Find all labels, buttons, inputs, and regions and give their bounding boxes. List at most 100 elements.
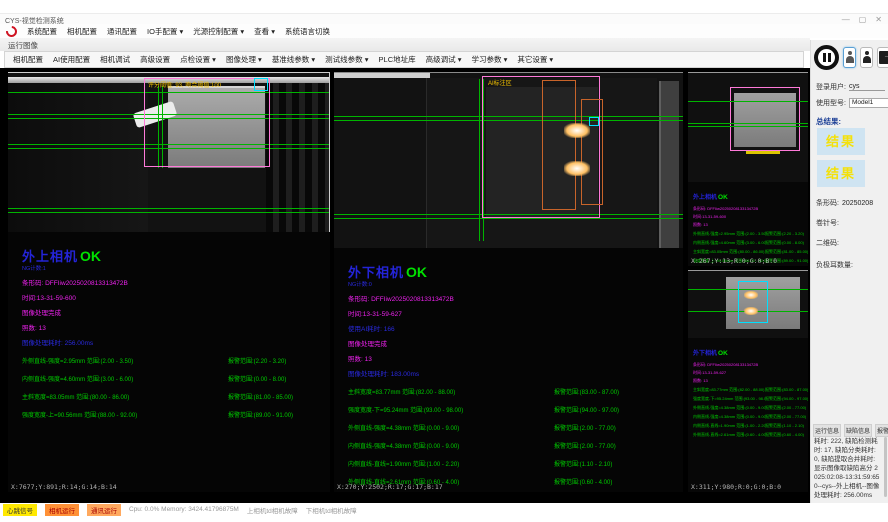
exit-button[interactable] (877, 47, 888, 68)
process-done-line: 图像处理完成 (22, 307, 330, 317)
mini-bottom-camera-image[interactable] (688, 270, 808, 338)
model-select[interactable]: Model1 (849, 98, 888, 108)
menu-item-view[interactable]: 查看 ▾ (254, 26, 275, 37)
threshold-label: 评分阈值: 93, 吻合阈值:100 (148, 80, 221, 89)
toolbar-plc-address[interactable]: PLC地址库 (379, 54, 416, 65)
roi-box-small (738, 281, 768, 323)
measurement-row: 内侧直线-强度=4.38mm 范围:(0.00 - 9.00)报警范围:(2.0… (348, 441, 683, 450)
log-scrollbar[interactable] (884, 437, 887, 497)
result-display-1: 结果 (817, 128, 865, 155)
frame-count-line: 照数: 13 (348, 353, 683, 363)
elapsed-line: 图像处理耗时: 183.00ms (348, 368, 683, 378)
qr-row: 二维码: (816, 238, 839, 248)
camera-name: 外下相机 (348, 265, 404, 280)
tab-run-info[interactable]: 运行信息 (813, 424, 841, 437)
bright-band (334, 73, 430, 78)
left-camera-image[interactable]: 评分阈值: 93, 吻合阈值:100 (8, 72, 330, 232)
result-ok: OK (80, 248, 101, 264)
barcode-row: 条形码: 20250208 (816, 198, 873, 208)
login-user-value: cys (849, 83, 885, 91)
middle-camera-image[interactable]: AI标注区 (334, 72, 683, 248)
measurement-row: 强度宽度-下=95.24mm 范围:(93.00 - 98.00)报警范围:(9… (348, 405, 683, 414)
roi-box (730, 87, 800, 151)
app-window: CYS-视觉检测系统 — ▢ ✕ 系统配置 相机配置 通讯配置 IO手配置 ▾ … (0, 0, 888, 522)
mini-bottom-result-block: 外下相机OK 条形码: DFFIiw2025020813313472B 时间:1… (688, 338, 808, 438)
mini-top-result-block: 外上相机OK 条形码: DFFIiw2025020813313472B 时间:1… (688, 182, 808, 264)
menu-item-comm-config[interactable]: 通讯配置 (107, 26, 137, 37)
machine-strip (659, 81, 679, 248)
time-line: 时间:13-31-59-600 (22, 292, 330, 302)
minimize-button[interactable]: — (842, 15, 850, 24)
log-text: 耗时: 222, 缺陷检测耗时: 17, 缺陷分类耗时: 0, 缺陷提取合并耗时… (814, 437, 881, 498)
comm-run-badge: 通讯运行 (87, 504, 121, 516)
menu-item-language[interactable]: 系统语言切换 (285, 26, 330, 37)
toolbar-advanced-debug[interactable]: 高级调试 ▾ (426, 54, 462, 65)
tab-alarm-info[interactable]: 报警信息 (875, 424, 888, 437)
pixel-coordinate-readout: X:311;Y:980;R:0;G:0;B:0 (691, 483, 781, 491)
roi-box (144, 78, 270, 167)
elapsed-line: 图像处理耗时: 256.00ms (22, 337, 330, 347)
toolbar-camera-config[interactable]: 相机配置 (13, 54, 43, 65)
total-result-label: 总结果: (816, 116, 841, 127)
toolbar-other-settings[interactable]: 其它设置 ▾ (517, 54, 553, 65)
middle-camera-panel: AI标注区 外下相机OK NG计数:0 条形码: DFFIiw202502081… (334, 72, 683, 492)
user-icon (862, 51, 871, 64)
measure-line (688, 101, 808, 102)
result-ok: OK (406, 264, 427, 280)
toolbar-ai-config[interactable]: AI使用配置 (53, 54, 90, 65)
mini-top-camera-image[interactable] (688, 72, 808, 182)
mini-top-camera-panel: 外上相机OK 条形码: DFFIiw2025020813313472B 时间:1… (688, 72, 808, 266)
weld-glow (564, 161, 590, 176)
user-manage-button[interactable] (860, 47, 873, 68)
barcode-value: 20250208 (842, 200, 873, 207)
heartbeat-badge: 心跳信号 (3, 504, 37, 516)
tab-count-row: 负极耳数量: (816, 260, 853, 270)
machine-columns (266, 83, 329, 232)
menu-bar: 系统配置 相机配置 通讯配置 IO手配置 ▾ 光源控制配置 ▾ 查看 ▾ 系统语… (0, 24, 888, 38)
menu-item-light-config[interactable]: 光源控制配置 ▾ (193, 26, 244, 37)
menu-item-system-config[interactable]: 系统配置 (27, 26, 57, 37)
middle-result-block: 外下相机OK NG计数:0 条形码: DFFIiw202502081331347… (334, 248, 683, 486)
user-login-button[interactable] (843, 47, 856, 68)
frame-count-line: 照数: 13 (22, 322, 330, 332)
left-result-block: 外上相机OK NG计数:1 条形码: DFFIiw202502081331347… (8, 232, 330, 419)
machine-shadow (8, 83, 148, 232)
ai-elapsed-line: 使用AI耗时: 166 (348, 323, 683, 333)
model-row: 使用型号: Model1 (816, 98, 888, 108)
toolbar-testline-params[interactable]: 测试线参数 ▾ (325, 54, 368, 65)
needle-row: 卷针号: (816, 218, 839, 228)
toolbar-learning-params[interactable]: 学习参数 ▾ (471, 54, 507, 65)
toolbar-advanced-settings[interactable]: 高级设置 (140, 54, 170, 65)
measure-line (8, 212, 329, 213)
ai-detect-box (542, 80, 576, 210)
roi-box-small (589, 117, 599, 126)
weld-glow (564, 123, 590, 138)
measurement-row: 强度宽度-上=90.56mm 范围:(88.00 - 92.00)报警范围:(8… (22, 410, 330, 419)
pause-button[interactable] (814, 45, 839, 70)
status-bar: 心跳信号 相机运行 通讯运行 Cpu: 0.0% Memory: 3424.41… (0, 503, 888, 516)
measure-line (688, 123, 808, 124)
menu-item-camera-config[interactable]: 相机配置 (67, 26, 97, 37)
maximize-button[interactable]: ▢ (859, 15, 867, 24)
lower-camera-status: 下相机td相机故障 (306, 505, 357, 515)
toolbar-baseline-params[interactable]: 基准线参数 ▾ (272, 54, 315, 65)
tab-defect-info[interactable]: 缺陷信息 (844, 424, 872, 437)
menu-item-io-config[interactable]: IO手配置 ▾ (147, 26, 183, 37)
toolbar-spot-check[interactable]: 点检设置 ▾ (180, 54, 216, 65)
measure-line (8, 208, 329, 209)
measure-line (334, 218, 683, 219)
ai-annotation-label: AI标注区 (488, 78, 512, 87)
right-control-panel: 登录用户: cys 使用型号: Model1 总结果: 结果 结果 条形码: 2… (810, 40, 888, 503)
toolbar-image-processing[interactable]: 图像处理 ▾ (226, 54, 262, 65)
measurement-row: 外侧直线-强度=4.38mm 范围:(0.00 - 9.00)报警范围:(2.0… (348, 423, 683, 432)
user-icon (845, 51, 854, 64)
log-tabs: 运行信息 缺陷信息 报警信息 (813, 424, 888, 437)
titlebar: CYS-视觉检测系统 — ▢ ✕ (0, 13, 888, 24)
camera-name: 外上相机 (22, 249, 78, 264)
tab-run-image[interactable]: 运行图像 (8, 40, 38, 51)
mini-annotation (746, 151, 780, 154)
process-done-line: 图像处理完成 (348, 338, 683, 348)
measurement-row: 主斜宽度=83.05mm 范围:(80.00 - 86.00)报警范围:(81.… (22, 392, 330, 401)
toolbar-camera-debug[interactable]: 相机调试 (100, 54, 130, 65)
close-button[interactable]: ✕ (875, 15, 882, 24)
